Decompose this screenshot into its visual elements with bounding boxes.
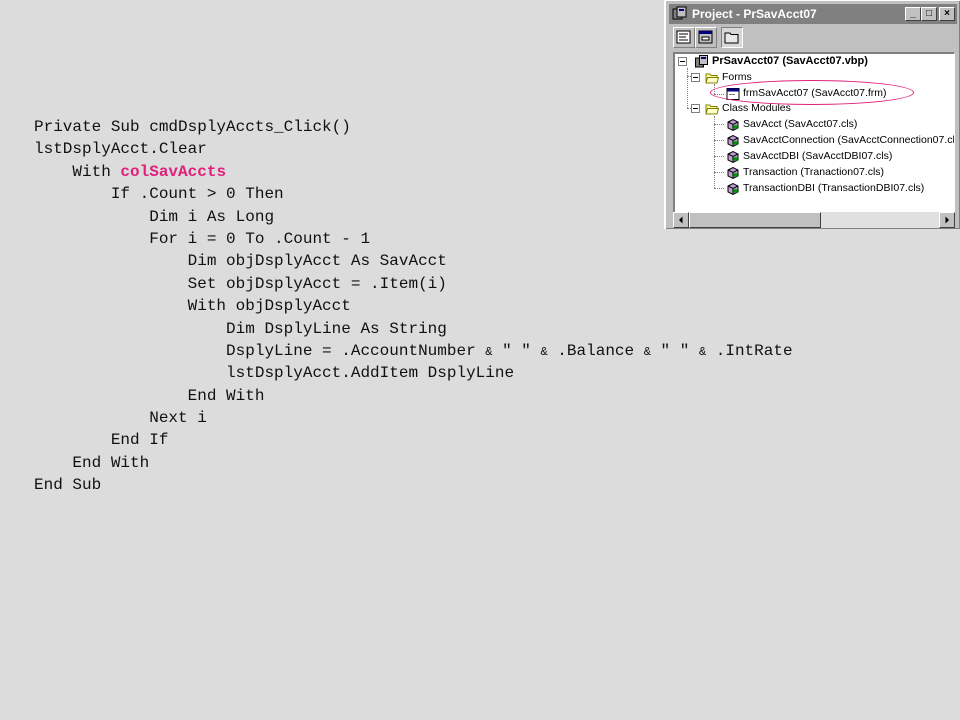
tree-connector (687, 68, 688, 108)
view-code-icon[interactable] (673, 27, 695, 48)
class-module-icon (727, 118, 739, 132)
code-token: End With (72, 453, 150, 472)
window-title: Project - PrSavAcct07 (692, 7, 817, 21)
project-icon (672, 6, 687, 20)
code-token: End If (110, 431, 169, 450)
code-token: Dim objDsplyAcct As SavAcct (187, 252, 447, 271)
class-module-icon (727, 182, 739, 196)
project-toolbar (669, 26, 957, 50)
project-tree[interactable]: PrSavAcct07 (SavAcct07.vbp) Forms frmSav… (673, 52, 955, 212)
code-token: For i = 0 To .Count - 1 (149, 229, 371, 248)
code-token: lstDsplyAcct.AddItem DsplyLine (226, 364, 515, 383)
collapse-forms-toggle[interactable] (691, 73, 700, 82)
code-line: Dim DsplyLine As String (34, 318, 793, 340)
code-line: Dim objDsplyAcct As SavAcct (34, 250, 793, 272)
scroll-thumb[interactable] (689, 212, 821, 228)
title-bar[interactable]: Project - PrSavAcct07 _ □ × (669, 4, 957, 24)
code-line: End With (34, 385, 793, 407)
scroll-left-button[interactable] (673, 212, 689, 228)
project-icon (695, 55, 708, 68)
code-token: & (540, 344, 548, 359)
code-highlight: colSavAccts (120, 162, 227, 181)
code-line: Next i (34, 407, 793, 429)
tree-connector (714, 140, 724, 141)
arrow-left-icon (679, 216, 683, 224)
code-line: Set objDsplyAcct = .Item(i) (34, 273, 793, 295)
code-line: End Sub (34, 474, 793, 496)
code-line: DsplyLine = .AccountNumber & " " & .Bala… (34, 340, 793, 362)
code-token: Dim i As Long (149, 207, 275, 226)
view-object-icon[interactable] (695, 27, 717, 48)
code-token: " " (650, 341, 699, 360)
close-button[interactable]: × (939, 7, 955, 21)
tree-connector (714, 172, 724, 173)
maximize-button[interactable]: □ (921, 7, 937, 21)
toggle-folders-icon[interactable] (721, 27, 743, 48)
tree-connector (714, 124, 724, 125)
tree-connector (714, 188, 724, 189)
class-module-icon (727, 150, 739, 164)
code-token: With objDsplyAcct (187, 297, 351, 316)
code-token: If .Count > 0 Then (110, 185, 284, 204)
code-token: End Sub (34, 476, 102, 495)
code-token: Private Sub cmdDsplyAccts_Click() (34, 118, 351, 136)
code-token: Set objDsplyAcct = .Item(i) (187, 274, 447, 293)
code-token: DsplyLine = .AccountNumber (226, 341, 486, 360)
code-line: End If (34, 429, 793, 451)
code-token: With (72, 162, 121, 181)
code-token: Next i (149, 409, 207, 428)
code-token: .Balance (547, 341, 644, 360)
code-token: & (643, 344, 651, 359)
code-line: End With (34, 452, 793, 474)
collapse-root-toggle[interactable] (678, 57, 687, 66)
code-line: With objDsplyAcct (34, 295, 793, 317)
code-token: .IntRate (706, 341, 793, 360)
class-module-icon (727, 166, 739, 180)
scroll-right-button[interactable] (939, 212, 955, 228)
project-explorer-window[interactable]: Project - PrSavAcct07 _ □ × PrSavAcct07 … (664, 0, 960, 229)
code-token: lstDsplyAcct.Clear (34, 140, 207, 159)
code-token: " " (492, 341, 541, 360)
collapse-class-modules-toggle[interactable] (691, 104, 700, 113)
code-line: lstDsplyAcct.AddItem DsplyLine (34, 362, 793, 384)
horizontal-scrollbar[interactable] (673, 212, 955, 228)
folder-open-icon (705, 73, 719, 84)
class-module-icon (727, 134, 739, 148)
code-token: End With (187, 386, 265, 405)
code-token: Dim DsplyLine As String (226, 319, 447, 338)
tree-connector (714, 156, 724, 157)
highlight-circle (710, 80, 914, 105)
minimize-button[interactable]: _ (905, 7, 921, 21)
code-line: For i = 0 To .Count - 1 (34, 228, 793, 250)
folder-open-icon (705, 104, 719, 115)
tree-connector (714, 116, 715, 188)
arrow-right-icon (945, 216, 949, 224)
